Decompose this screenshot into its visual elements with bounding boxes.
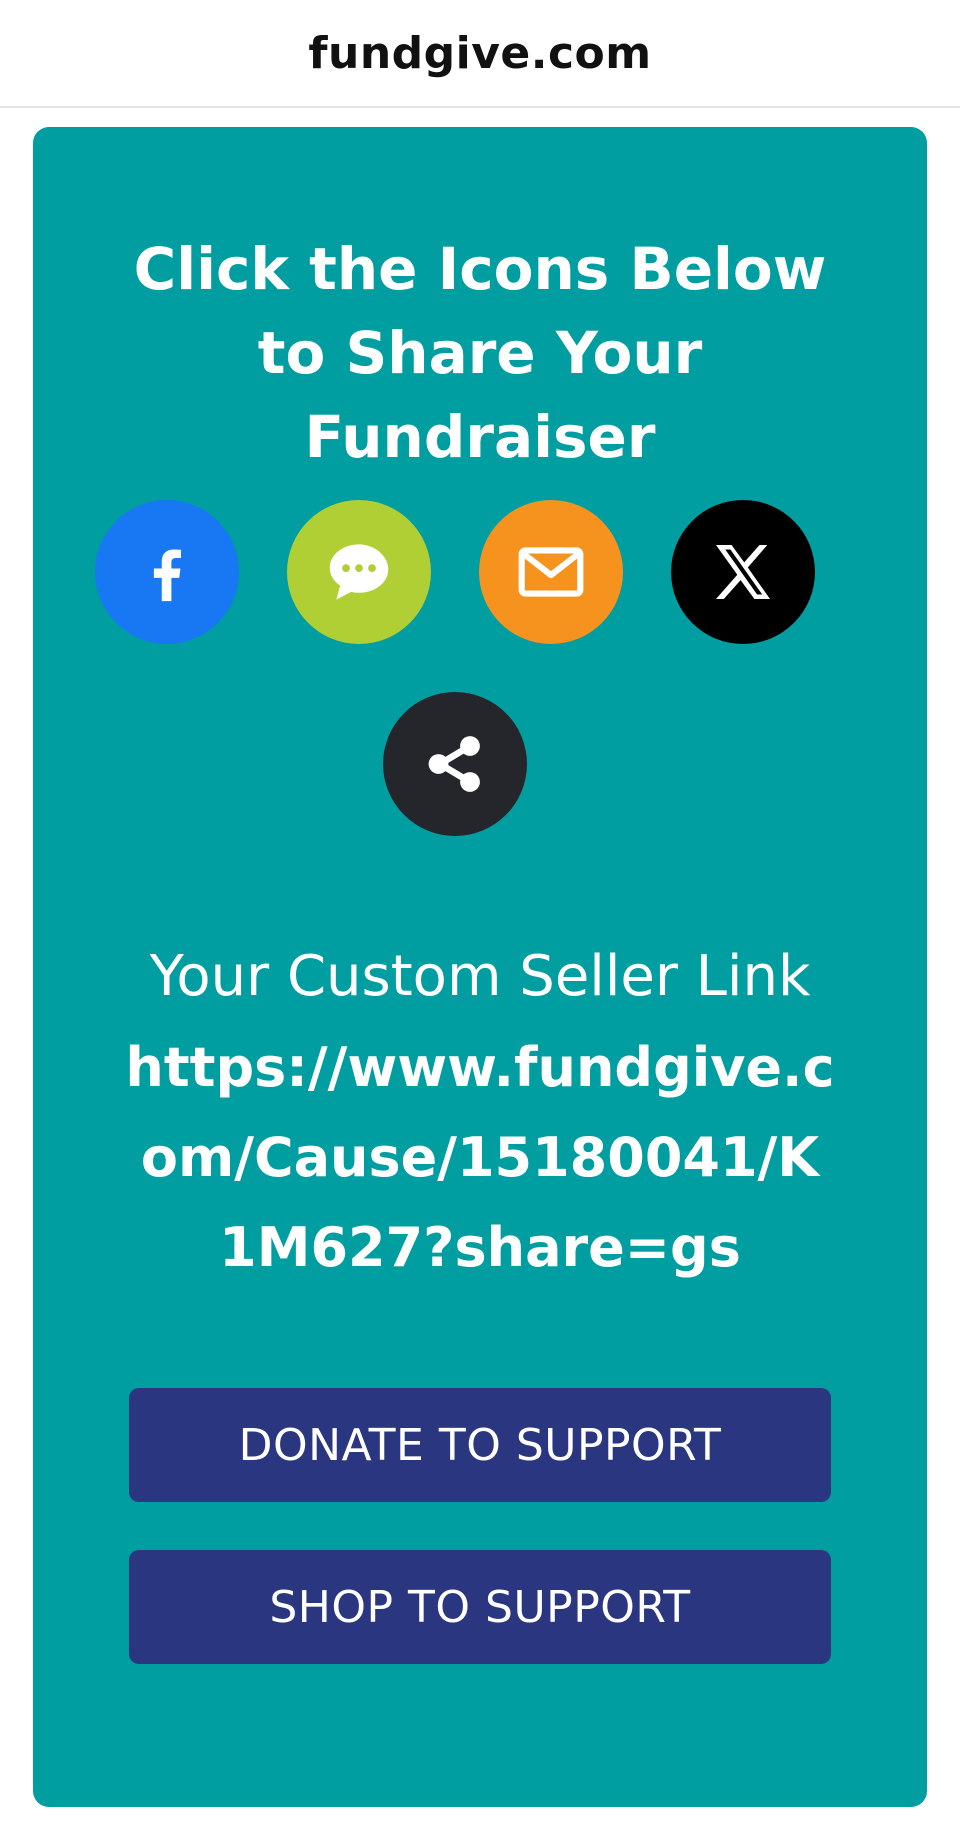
x-share-button[interactable] xyxy=(671,500,815,644)
text-message-share-button[interactable] xyxy=(287,500,431,644)
site-domain: fundgive.com xyxy=(308,27,652,79)
facebook-share-button[interactable] xyxy=(95,500,239,644)
seller-link-url[interactable]: https://www.fundgive.com/Cause/15180041/… xyxy=(123,1023,837,1293)
native-share-button[interactable] xyxy=(383,692,527,836)
email-icon xyxy=(518,547,584,597)
message-icon xyxy=(329,544,389,600)
email-share-button[interactable] xyxy=(479,500,623,644)
x-icon xyxy=(716,545,770,599)
seller-link-label: Your Custom Seller Link xyxy=(149,944,811,1009)
facebook-icon xyxy=(153,549,181,602)
share-card: Click the Icons Below to Share Your Fund… xyxy=(33,127,927,1807)
share-heading: Click the Icons Below to Share Your Fund… xyxy=(133,235,827,471)
donate-button[interactable]: DONATE TO SUPPORT xyxy=(129,1388,831,1502)
shop-button[interactable]: SHOP TO SUPPORT xyxy=(129,1550,831,1664)
share-icon xyxy=(428,736,480,792)
browser-address-bar[interactable]: fundgive.com xyxy=(0,0,960,108)
